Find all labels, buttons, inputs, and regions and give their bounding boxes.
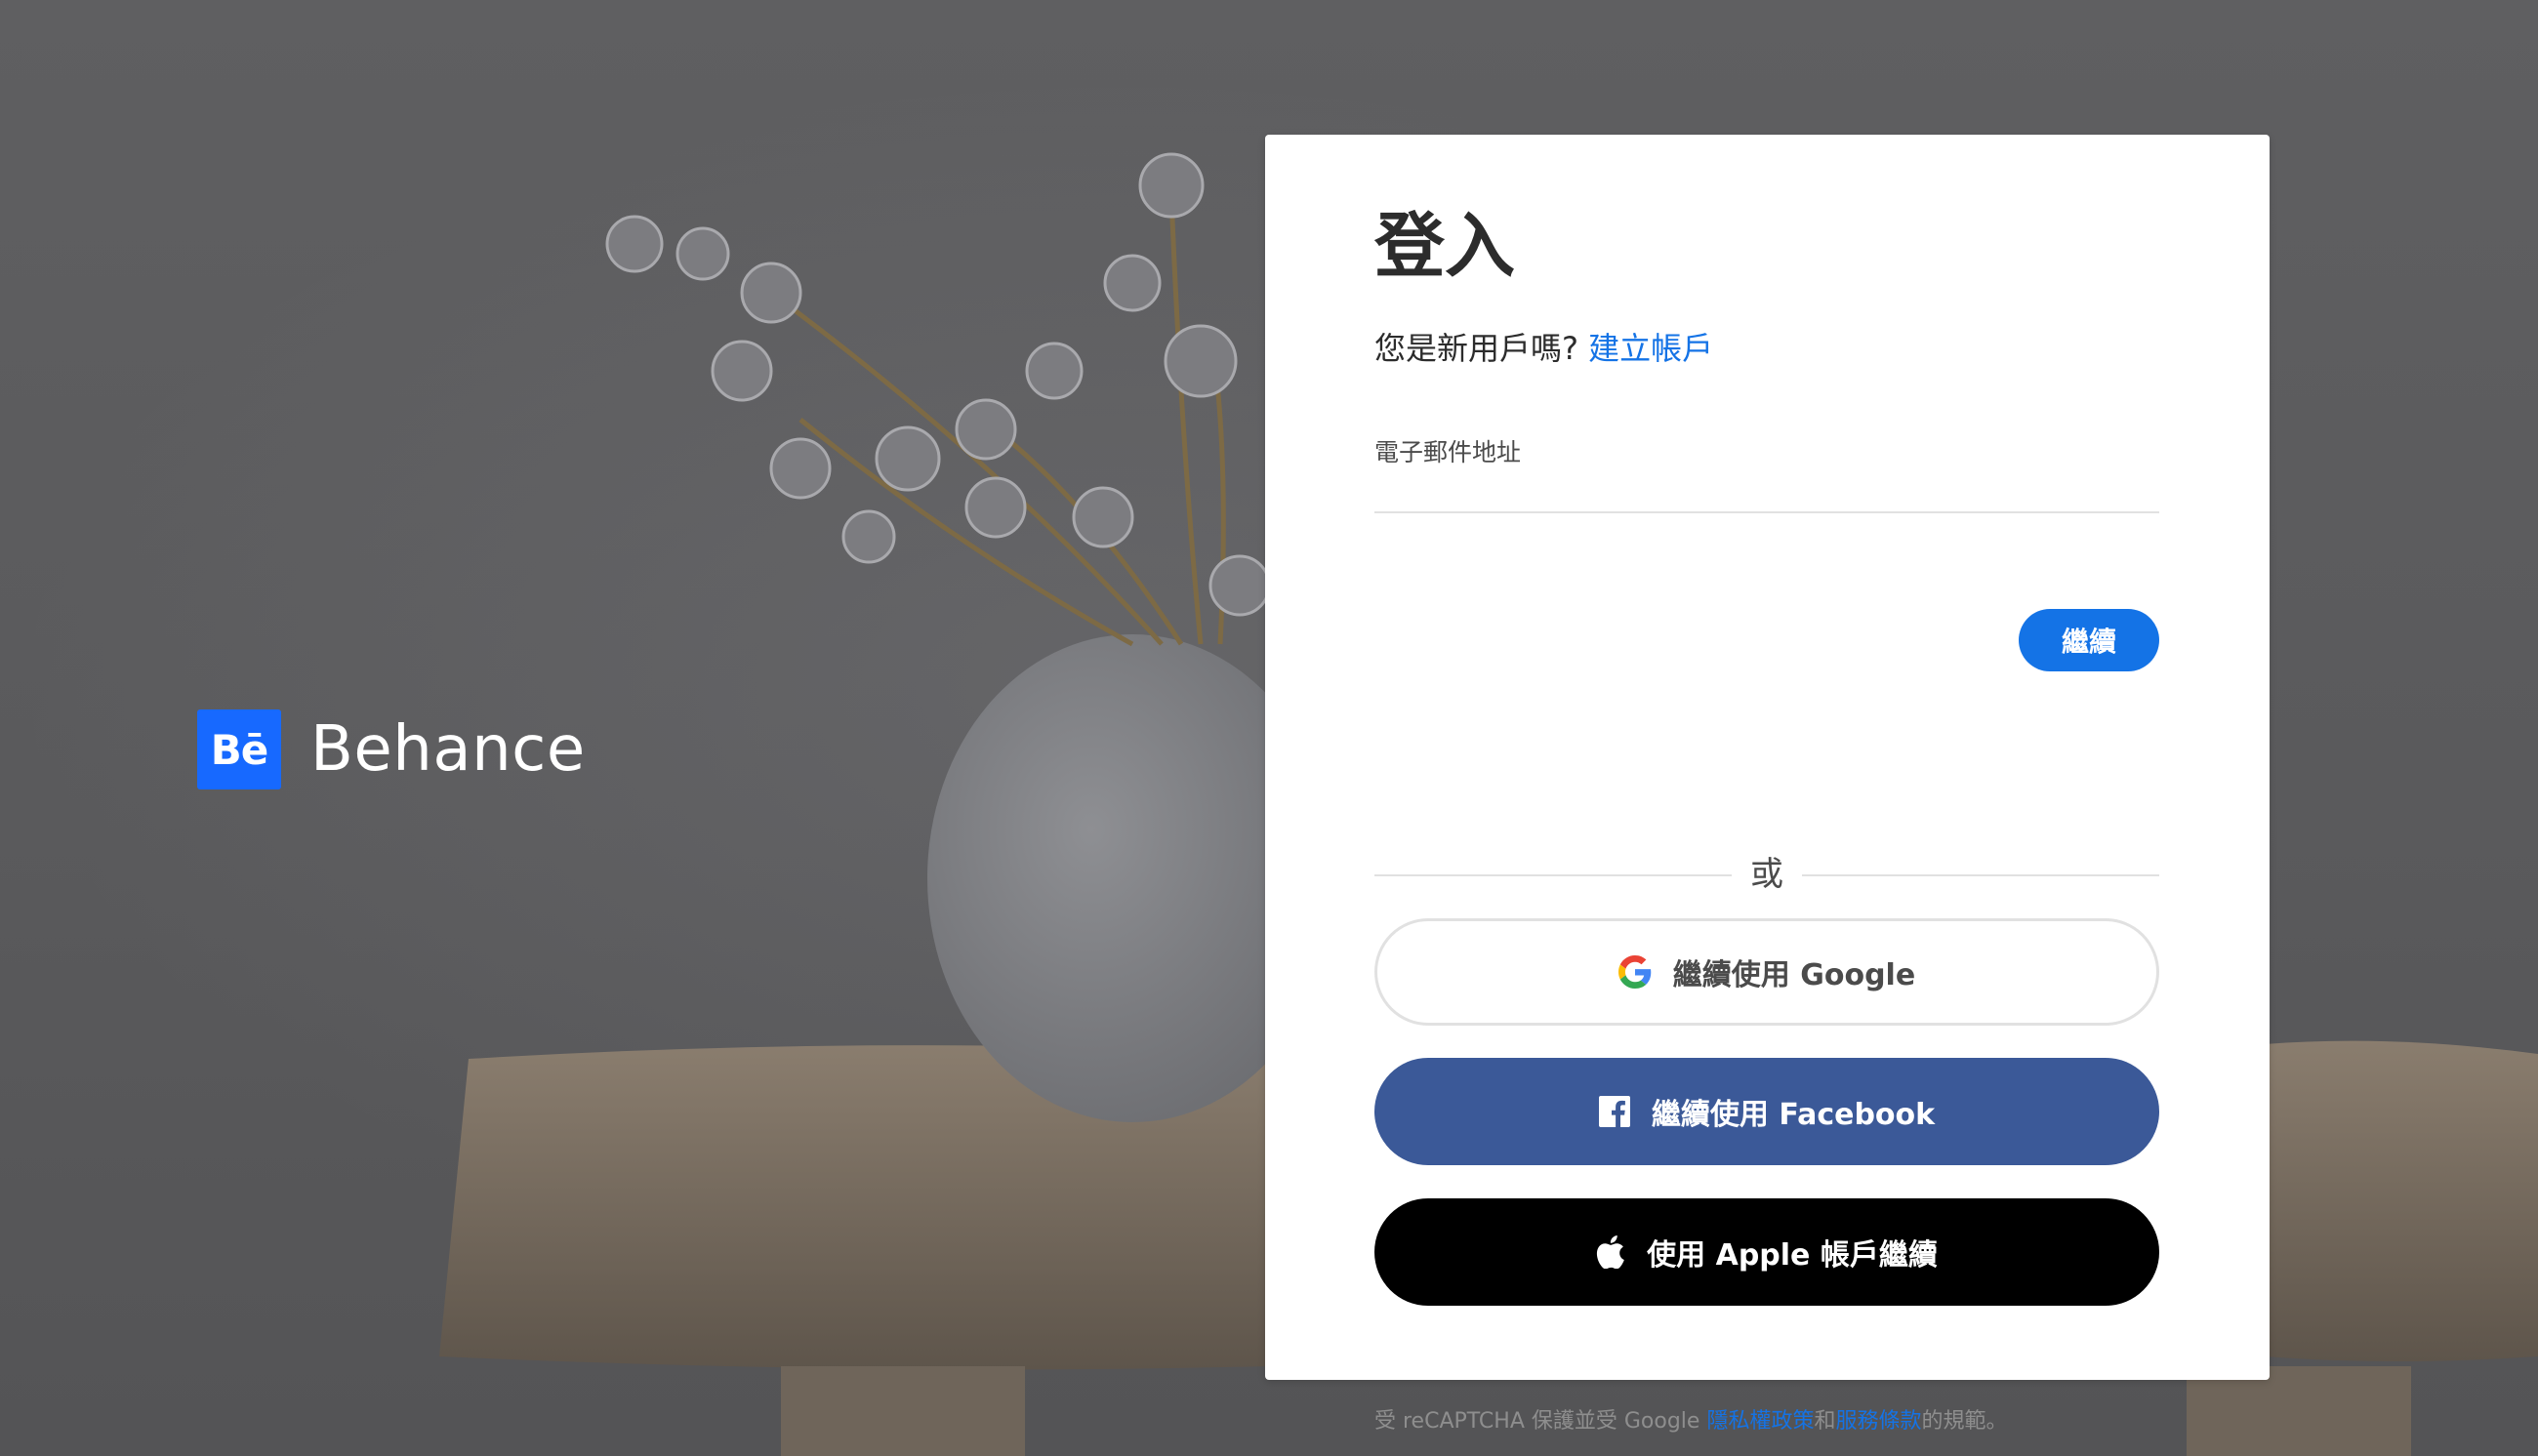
- apple-icon: [1596, 1235, 1625, 1269]
- or-divider: 或: [1374, 855, 2159, 894]
- divider-line-right: [1802, 874, 2159, 876]
- google-button-label: 繼續使用 Google: [1672, 958, 1916, 992]
- divider-line-left: [1374, 874, 1732, 876]
- recaptcha-and: 和: [1814, 1409, 1836, 1434]
- recaptcha-prefix: 受 reCAPTCHA 保護並受 Google: [1374, 1409, 1707, 1434]
- brand-logo-group: Bē Behance: [197, 709, 586, 789]
- facebook-button-label: 繼續使用 Facebook: [1651, 1098, 1936, 1132]
- brand-name: Behance: [310, 713, 586, 786]
- continue-with-facebook-button[interactable]: 繼續使用 Facebook: [1374, 1058, 2159, 1165]
- apple-button-label: 使用 Apple 帳戶繼續: [1647, 1238, 1938, 1273]
- table-right: [2265, 1040, 2538, 1361]
- email-field[interactable]: [1374, 466, 2159, 513]
- table-leg-left: [781, 1366, 1025, 1456]
- terms-of-service-link[interactable]: 服務條款: [1835, 1409, 1921, 1434]
- continue-with-apple-button[interactable]: 使用 Apple 帳戶繼續: [1374, 1198, 2159, 1306]
- google-g-icon: [1617, 955, 1652, 989]
- create-account-link[interactable]: 建立帳戶: [1588, 330, 1713, 367]
- new-user-prompt: 您是新用戶嗎?: [1374, 330, 1578, 367]
- continue-button[interactable]: 繼續: [2019, 609, 2159, 671]
- recaptcha-notice: 受 reCAPTCHA 保護並受 Google 隱私權政策和服務條款的規範。: [1374, 1403, 2008, 1435]
- email-label: 電子郵件地址: [1374, 438, 1522, 466]
- page-title: 登入: [1374, 205, 1516, 287]
- signin-card: 登入 您是新用戶嗎? 建立帳戶 電子郵件地址 繼續 或 繼續使用 Google: [1265, 135, 2270, 1434]
- recaptcha-suffix: 的規範。: [1921, 1409, 2008, 1434]
- behance-logo-mark: Bē: [197, 709, 281, 789]
- privacy-policy-link[interactable]: 隱私權政策: [1706, 1409, 1814, 1434]
- continue-with-google-button[interactable]: 繼續使用 Google: [1374, 918, 2159, 1026]
- new-user-row: 您是新用戶嗎? 建立帳戶: [1374, 324, 1713, 369]
- facebook-f-icon: [1598, 1096, 1630, 1127]
- or-text: 或: [1750, 855, 1783, 894]
